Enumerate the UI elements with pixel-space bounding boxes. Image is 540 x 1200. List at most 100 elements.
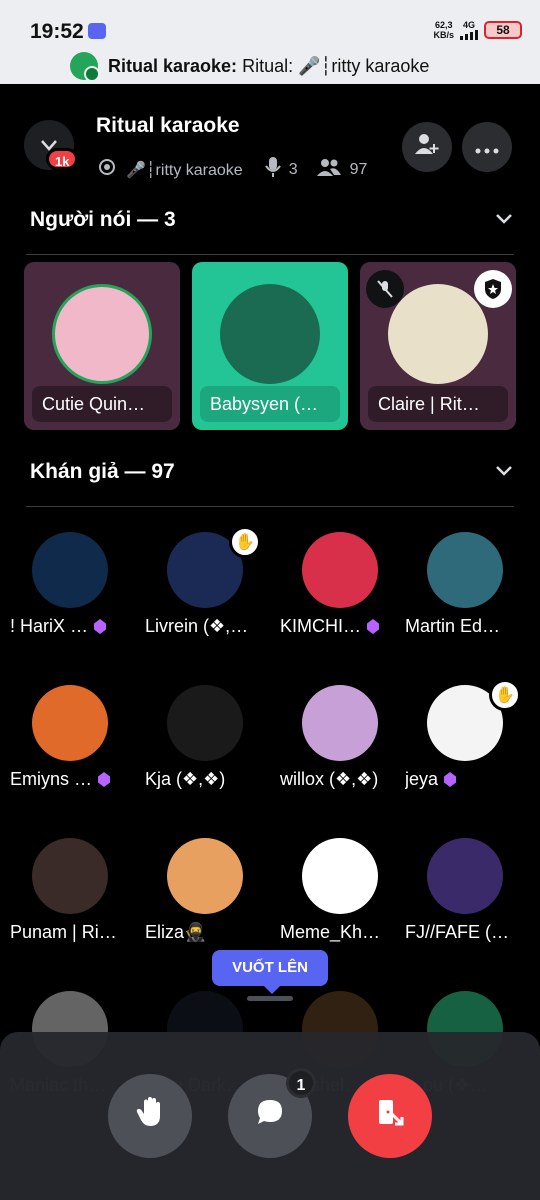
- audience-member-name: Kja (❖,❖): [145, 769, 226, 789]
- avatar: [52, 284, 152, 384]
- network-speed-unit: KB/s: [433, 30, 454, 40]
- audience-member-name: KIMCHI…: [280, 616, 361, 636]
- audience-member-name: Emiyns …: [10, 769, 93, 789]
- raise-hand-icon: [135, 1096, 165, 1136]
- audience-member-label: KIMCHI…: [280, 616, 410, 637]
- audience-member-label: Kja (❖,❖): [145, 769, 275, 790]
- audience-member[interactable]: ! HariX …: [10, 532, 140, 662]
- speakers-section-header[interactable]: Người nói — 3: [30, 208, 514, 232]
- signal-icon: 4G: [460, 20, 478, 40]
- gem-icon: [444, 772, 457, 787]
- raise-hand-icon: ✋: [229, 526, 261, 558]
- audience-member[interactable]: Eliza🥷: [145, 838, 275, 968]
- call-title: Ritual karaoke:: [108, 55, 238, 76]
- sheet-handle[interactable]: [247, 996, 293, 1001]
- speakers-count: 3: [288, 160, 298, 178]
- stage-meta: 🎤┆ritty karaoke 3 97: [96, 156, 367, 183]
- avatar: [220, 284, 320, 384]
- audience-member-label: willox (❖,❖): [280, 769, 410, 790]
- audience-member-label: Eliza🥷: [145, 922, 275, 943]
- microphone-icon: [264, 156, 281, 183]
- audience-member[interactable]: Punam | Ri…: [10, 838, 140, 968]
- stage-title: Ritual karaoke: [96, 114, 240, 137]
- audience-member-name: Livrein (❖,…: [145, 616, 249, 636]
- more-options-button[interactable]: [462, 122, 512, 172]
- call-subtitle: Ritual: 🎤┆ritty karaoke: [242, 55, 430, 76]
- call-icon: [70, 52, 100, 82]
- audience-member[interactable]: Martin Ed…: [405, 532, 535, 662]
- avatar: [388, 284, 488, 384]
- chevron-down-icon: [494, 210, 514, 231]
- swipe-up-tooltip: VUỐT LÊN: [212, 950, 328, 994]
- discord-icon: [88, 23, 106, 39]
- audience-member-label: FJ//FAFE (…: [405, 922, 535, 943]
- audience-section-header[interactable]: Khán giả — 97: [30, 460, 514, 484]
- avatar: [32, 838, 108, 914]
- audience-member-name: ! HariX …: [10, 616, 89, 636]
- speaker-name: Cutie Quin…: [32, 386, 172, 422]
- audience-member-label: Punam | Ri…: [10, 922, 140, 943]
- speaker-card[interactable]: Claire | Rit…: [360, 262, 516, 430]
- network-speed: 62,3 KB/s: [433, 20, 454, 40]
- audience-member-label: jeya: [405, 769, 535, 790]
- audience-member-name: Eliza🥷: [145, 922, 207, 942]
- audience-member[interactable]: ✋ jeya: [405, 679, 535, 815]
- audience-member[interactable]: Emiyns …: [10, 685, 140, 815]
- audience-member-name: FJ//FAFE (…: [405, 922, 510, 942]
- audience-member-label: Meme_Kh…: [280, 922, 410, 943]
- notification-badge: 1k: [46, 148, 79, 170]
- add-user-icon: [414, 132, 440, 162]
- invite-button[interactable]: [402, 122, 452, 172]
- speakers-section-title: Người nói — 3: [30, 208, 176, 231]
- audience-member-name: jeya: [405, 769, 439, 789]
- chat-icon: [255, 1097, 285, 1135]
- avatar: [167, 685, 243, 761]
- channel-name: 🎤┆ritty karaoke: [126, 161, 243, 179]
- avatar: [302, 532, 378, 608]
- more-icon: [475, 134, 499, 160]
- speaker-name: Claire | Rit…: [368, 386, 508, 422]
- avatar: [427, 838, 503, 914]
- status-bar: 19:52 62,3 KB/s 4G 58 Ritual karaoke: Ri…: [0, 0, 540, 84]
- audience-member[interactable]: willox (❖,❖): [280, 685, 410, 815]
- audience-member-label: Martin Ed…: [405, 616, 535, 637]
- chat-unread-badge: 1: [286, 1068, 316, 1098]
- audience-member-name: Meme_Kh…: [280, 922, 381, 942]
- listeners-count: 97: [349, 160, 368, 178]
- broadcast-icon: [96, 156, 118, 183]
- gem-icon: [94, 619, 107, 634]
- audience-member[interactable]: Meme_Kh…: [280, 838, 410, 968]
- audience-member[interactable]: FJ//FAFE (…: [405, 838, 535, 968]
- leave-icon: [375, 1097, 405, 1135]
- speaker-card[interactable]: Babysyen (…: [192, 262, 348, 430]
- avatar: [302, 838, 378, 914]
- section-divider: [26, 506, 514, 507]
- audience-member-label: Livrein (❖,…: [145, 616, 275, 637]
- audience-member-label: Emiyns …: [10, 769, 140, 790]
- call-text: Ritual karaoke: Ritual: 🎤┆ritty karaoke: [108, 56, 429, 77]
- network-speed-value: 62,3: [434, 20, 453, 30]
- avatar: [167, 838, 243, 914]
- section-divider: [26, 254, 514, 255]
- clock: 19:52: [30, 20, 84, 43]
- stage-header: 1k Ritual karaoke 🎤┆ritty karaoke 3 97: [0, 84, 540, 194]
- chevron-down-icon: [494, 462, 514, 483]
- avatar: [32, 685, 108, 761]
- ongoing-call-banner[interactable]: Ritual karaoke: Ritual: 🎤┆ritty karaoke: [70, 52, 429, 82]
- avatar: [427, 532, 503, 608]
- audience-member[interactable]: Kja (❖,❖): [145, 685, 275, 815]
- raise-hand-button[interactable]: [108, 1074, 192, 1158]
- avatar: [32, 532, 108, 608]
- moderator-shield-icon: [474, 270, 512, 308]
- speaker-card[interactable]: Cutie Quin…: [24, 262, 180, 430]
- network-type: 4G: [462, 20, 475, 30]
- users-icon: [316, 157, 342, 182]
- audience-member-name: willox (❖,❖): [280, 769, 379, 789]
- audience-member[interactable]: ✋ Livrein (❖,…: [145, 526, 275, 662]
- audience-member[interactable]: KIMCHI…: [280, 532, 410, 662]
- audience-member-name: Martin Ed…: [405, 616, 501, 636]
- gem-icon: [98, 772, 111, 787]
- muted-mic-icon: [366, 270, 404, 308]
- avatar: [302, 685, 378, 761]
- leave-stage-button[interactable]: [348, 1074, 432, 1158]
